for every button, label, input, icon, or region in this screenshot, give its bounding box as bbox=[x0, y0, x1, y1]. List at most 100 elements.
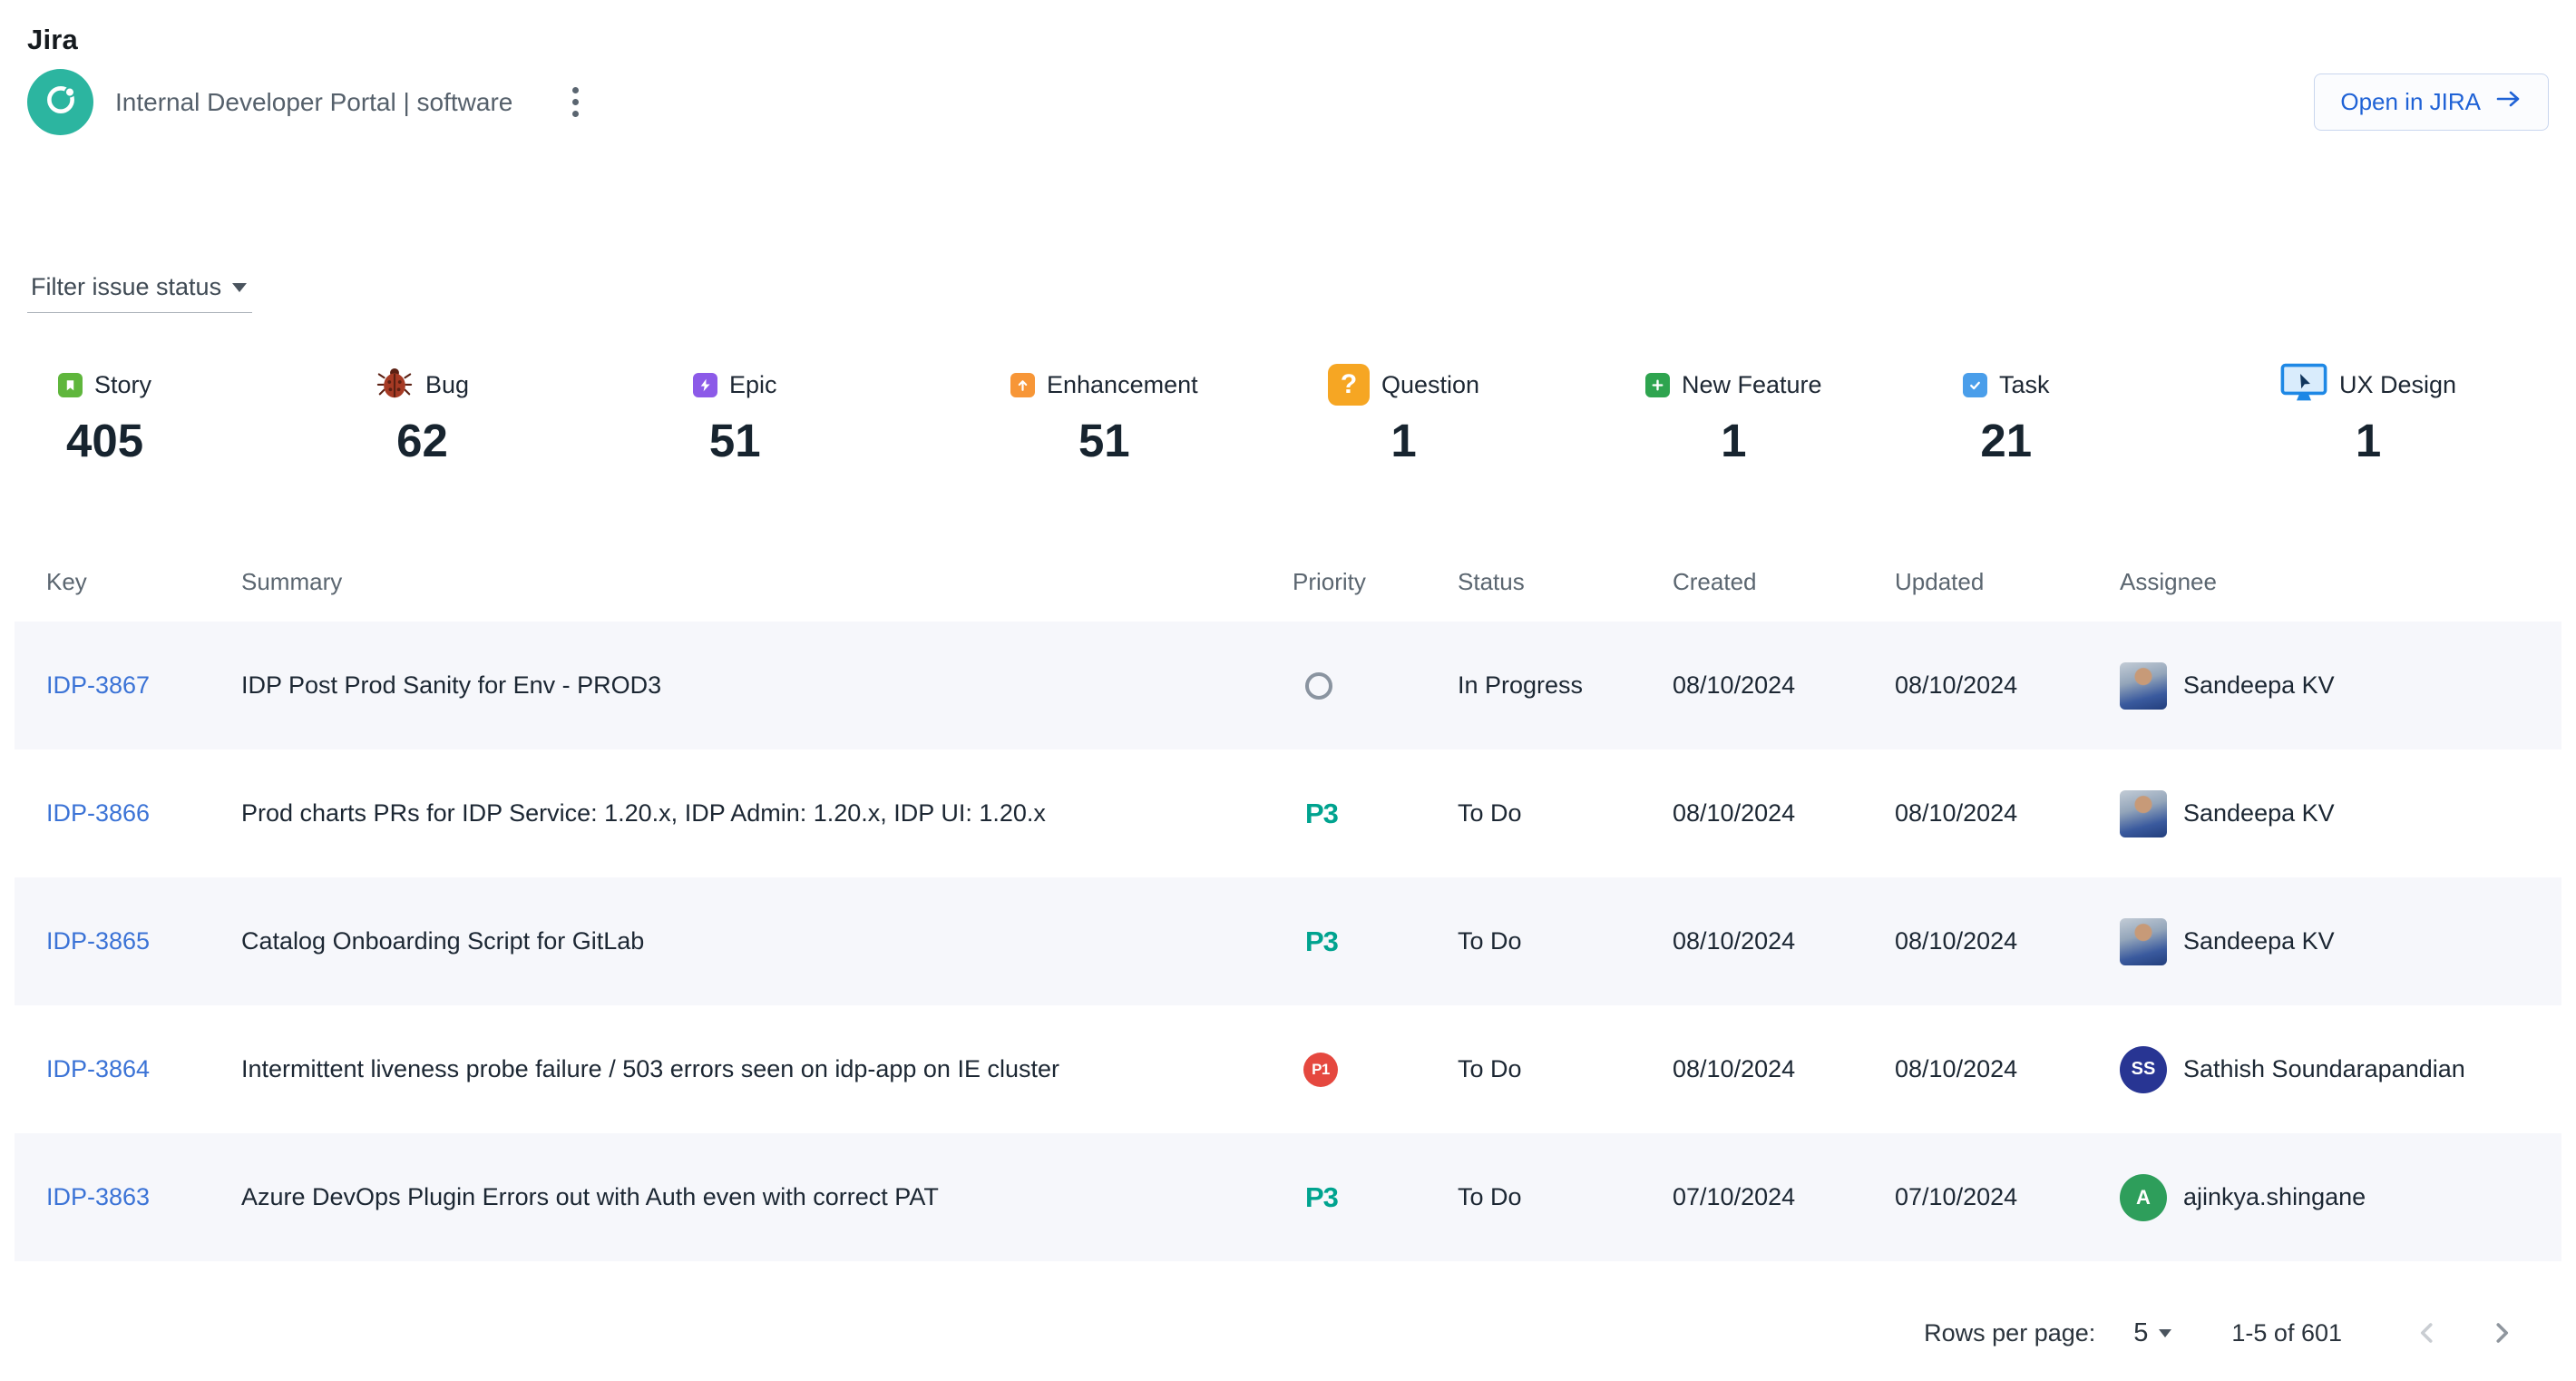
ux-design-icon bbox=[2280, 362, 2327, 408]
pagination-range: 1-5 of 601 bbox=[2231, 1319, 2342, 1347]
counter-count: 1 bbox=[2356, 417, 2381, 464]
story-icon bbox=[58, 373, 83, 397]
issue-summary: IDP Post Prod Sanity for Env - PROD3 bbox=[241, 671, 1293, 700]
assignee-name: Sandeepa KV bbox=[2183, 799, 2335, 828]
counter-ux-design: UX Design 1 bbox=[2280, 360, 2576, 464]
issue-summary: Intermittent liveness probe failure / 50… bbox=[241, 1055, 1293, 1083]
issue-created: 08/10/2024 bbox=[1673, 799, 1895, 828]
issue-status: To Do bbox=[1458, 927, 1673, 955]
counter-enhancement: Enhancement 51 bbox=[1010, 360, 1328, 464]
counter-label: Story bbox=[94, 371, 151, 399]
table-header: Key Summary Priority Status Created Upda… bbox=[27, 554, 2549, 609]
next-page-button[interactable] bbox=[2480, 1311, 2523, 1355]
avatar bbox=[2120, 790, 2167, 837]
assignee-name: Sandeepa KV bbox=[2183, 927, 2335, 955]
enhancement-icon bbox=[1010, 373, 1035, 397]
assignee-name: Sandeepa KV bbox=[2183, 671, 2335, 700]
counter-count: 62 bbox=[396, 417, 448, 464]
open-in-jira-label: Open in JIRA bbox=[2340, 88, 2481, 116]
page-title: Jira bbox=[27, 24, 2549, 56]
issue-status: In Progress bbox=[1458, 671, 1673, 700]
epic-icon bbox=[693, 373, 717, 397]
priority-p3-icon: P3 bbox=[1305, 1181, 1338, 1214]
column-header-priority: Priority bbox=[1293, 568, 1458, 596]
column-header-summary: Summary bbox=[241, 568, 1293, 596]
counter-label: Question bbox=[1381, 371, 1479, 399]
assignee-name: ajinkya.shingane bbox=[2183, 1183, 2366, 1211]
issue-updated: 07/10/2024 bbox=[1895, 1183, 2120, 1211]
issue-created: 08/10/2024 bbox=[1673, 927, 1895, 955]
bug-icon bbox=[376, 365, 414, 406]
column-header-assignee: Assignee bbox=[2120, 568, 2549, 596]
issue-key-link[interactable]: IDP-3867 bbox=[46, 671, 150, 700]
issue-created: 08/10/2024 bbox=[1673, 1055, 1895, 1083]
counter-count: 1 bbox=[1721, 417, 1746, 464]
issue-created: 08/10/2024 bbox=[1673, 671, 1895, 700]
rows-per-page-label: Rows per page: bbox=[1924, 1319, 2095, 1347]
issues-table: Key Summary Priority Status Created Upda… bbox=[27, 554, 2549, 1261]
table-row[interactable]: IDP-3863 Azure DevOps Plugin Errors out … bbox=[15, 1133, 2561, 1261]
chevron-down-icon bbox=[232, 283, 247, 292]
priority-none-icon bbox=[1305, 672, 1332, 700]
issue-updated: 08/10/2024 bbox=[1895, 799, 2120, 828]
rows-per-page-value: 5 bbox=[2133, 1318, 2148, 1348]
jira-app-icon bbox=[40, 79, 82, 125]
counter-question: ? Question 1 bbox=[1328, 360, 1645, 464]
table-body: IDP-3867 IDP Post Prod Sanity for Env - … bbox=[27, 622, 2549, 1261]
priority-p1-icon: P1 bbox=[1303, 1053, 1338, 1087]
jira-card: Jira Internal Developer Portal | softwar… bbox=[0, 0, 2576, 1381]
table-row[interactable]: IDP-3866 Prod charts PRs for IDP Service… bbox=[15, 749, 2561, 877]
open-in-jira-button[interactable]: Open in JIRA bbox=[2314, 73, 2549, 131]
table-row[interactable]: IDP-3867 IDP Post Prod Sanity for Env - … bbox=[15, 622, 2561, 749]
issue-key-link[interactable]: IDP-3865 bbox=[46, 927, 150, 955]
counter-label: Task bbox=[1999, 371, 2050, 399]
rows-per-page-select[interactable]: 5 bbox=[2133, 1318, 2171, 1348]
question-icon: ? bbox=[1328, 364, 1370, 406]
avatar bbox=[2120, 662, 2167, 710]
avatar: SS bbox=[2120, 1046, 2167, 1093]
counter-count: 405 bbox=[66, 417, 143, 464]
table-row[interactable]: IDP-3865 Catalog Onboarding Script for G… bbox=[15, 877, 2561, 1005]
assignee-name: Sathish Soundarapandian bbox=[2183, 1055, 2465, 1083]
new-feature-icon bbox=[1645, 373, 1670, 397]
pagination: Rows per page: 5 1-5 of 601 bbox=[27, 1311, 2549, 1355]
kebab-menu-icon[interactable] bbox=[563, 78, 588, 126]
issue-key-link[interactable]: IDP-3864 bbox=[46, 1055, 150, 1083]
column-header-status: Status bbox=[1458, 568, 1673, 596]
counter-label: Epic bbox=[729, 371, 777, 399]
filter-issue-status-dropdown[interactable]: Filter issue status bbox=[27, 273, 252, 313]
priority-p3-icon: P3 bbox=[1305, 798, 1338, 830]
counter-label: New Feature bbox=[1682, 371, 1822, 399]
column-header-key: Key bbox=[46, 568, 241, 596]
counter-epic: Epic 51 bbox=[693, 360, 1010, 464]
counter-story: Story 405 bbox=[58, 360, 376, 464]
issue-key-link[interactable]: IDP-3866 bbox=[46, 799, 150, 828]
filter-label: Filter issue status bbox=[31, 273, 221, 301]
issue-status: To Do bbox=[1458, 1183, 1673, 1211]
counter-label: UX Design bbox=[2339, 371, 2456, 399]
issue-summary: Azure DevOps Plugin Errors out with Auth… bbox=[241, 1183, 1293, 1211]
table-row[interactable]: IDP-3864 Intermittent liveness probe fai… bbox=[15, 1005, 2561, 1133]
priority-p3-icon: P3 bbox=[1305, 926, 1338, 958]
issue-status: To Do bbox=[1458, 1055, 1673, 1083]
issue-updated: 08/10/2024 bbox=[1895, 927, 2120, 955]
chevron-down-icon bbox=[2159, 1329, 2171, 1337]
issue-updated: 08/10/2024 bbox=[1895, 671, 2120, 700]
counter-label: Enhancement bbox=[1047, 371, 1198, 399]
issue-created: 07/10/2024 bbox=[1673, 1183, 1895, 1211]
arrow-right-icon bbox=[2495, 88, 2522, 116]
issue-key-link[interactable]: IDP-3863 bbox=[46, 1183, 150, 1211]
project-logo bbox=[27, 69, 93, 135]
issue-status: To Do bbox=[1458, 799, 1673, 828]
issue-updated: 08/10/2024 bbox=[1895, 1055, 2120, 1083]
avatar bbox=[2120, 918, 2167, 965]
counter-task: Task 21 bbox=[1963, 360, 2280, 464]
counter-label: Bug bbox=[425, 371, 469, 399]
counter-count: 51 bbox=[709, 417, 761, 464]
avatar: A bbox=[2120, 1174, 2167, 1221]
counter-new-feature: New Feature 1 bbox=[1645, 360, 1963, 464]
counter-bug: Bug 62 bbox=[376, 360, 693, 464]
counter-count: 1 bbox=[1390, 417, 1416, 464]
previous-page-button[interactable] bbox=[2405, 1311, 2449, 1355]
project-name: Internal Developer Portal | software bbox=[115, 88, 512, 117]
